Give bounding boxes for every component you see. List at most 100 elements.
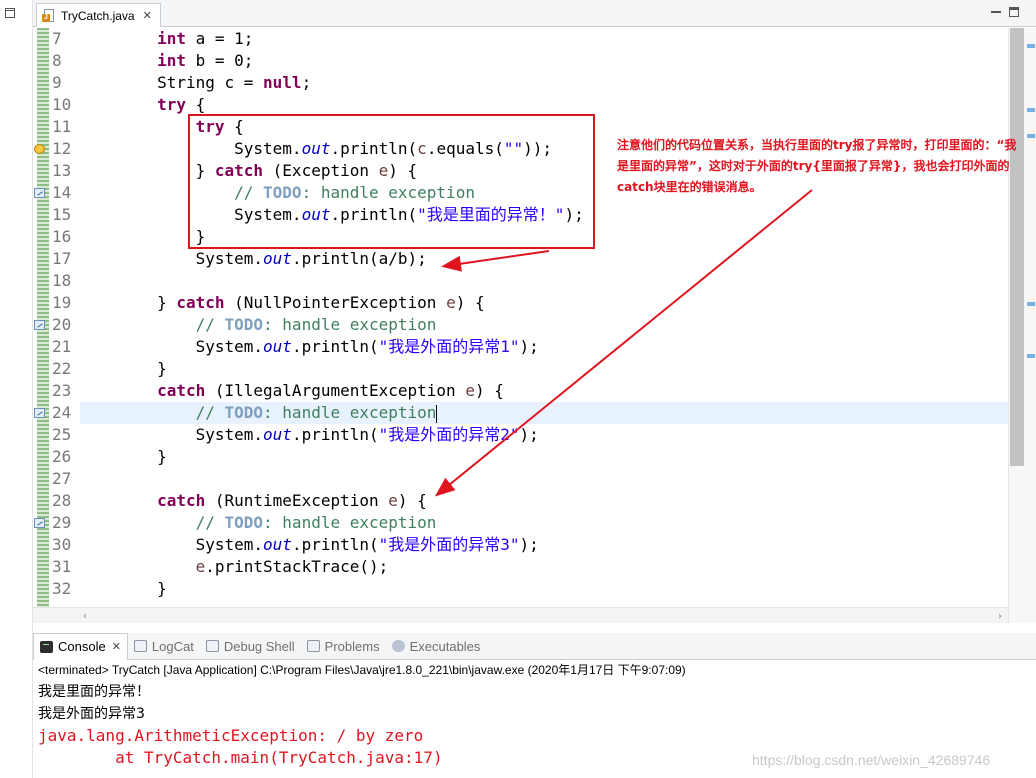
code-token: catch <box>157 491 206 510</box>
code-line[interactable]: } <box>80 578 1008 600</box>
vertical-scrollbar[interactable] <box>1008 28 1036 623</box>
code-token: // <box>195 513 225 532</box>
code-token: } <box>80 579 167 598</box>
horizontal-scrollbar[interactable]: ‹ › <box>33 607 1008 623</box>
line-number: 29 <box>34 512 81 534</box>
close-icon[interactable]: ✕ <box>143 9 152 22</box>
code-token: ; <box>301 73 312 92</box>
code-token: a = 1; <box>185 29 254 48</box>
restore-view-icon[interactable] <box>5 8 15 18</box>
line-number: 21 <box>52 337 72 356</box>
tab-executables[interactable]: Executables <box>386 633 487 659</box>
warning-icon[interactable] <box>34 144 45 154</box>
code-line[interactable]: } <box>80 226 1008 248</box>
code-token: .println( <box>291 337 379 356</box>
code-line[interactable]: int b = 0; <box>80 50 1008 72</box>
code-token: .println( <box>330 205 418 224</box>
code-token: catch <box>176 293 225 312</box>
code-line[interactable]: String c = null; <box>80 72 1008 94</box>
overview-marker[interactable] <box>1027 44 1035 48</box>
task-icon[interactable] <box>34 320 45 330</box>
overview-marker[interactable] <box>1027 354 1035 358</box>
tab-label: Console <box>58 639 106 654</box>
code-editor[interactable]: 7 8 9 10 11 12 13 14 15 16 17 18 19 20 21 22 23 24 25 26 27 2… <box>33 28 1036 623</box>
code-line[interactable]: int a = 1; <box>80 28 1008 50</box>
code-token: } <box>80 293 177 312</box>
code-line[interactable]: catch (RuntimeException e) { <box>80 490 1008 512</box>
executables-icon <box>391 640 405 652</box>
overview-marker[interactable] <box>1027 108 1035 112</box>
code-line[interactable] <box>80 468 1008 490</box>
code-token: e <box>378 161 389 180</box>
code-line[interactable]: } catch (NullPointerException e) { <box>80 292 1008 314</box>
overview-marker[interactable] <box>1027 302 1035 306</box>
code-line[interactable]: System.out.println("我是外面的异常3"); <box>80 534 1008 556</box>
code-token: e <box>195 557 206 576</box>
code-token: ); <box>519 535 539 554</box>
overview-marker[interactable] <box>1027 134 1035 138</box>
line-number: 20 <box>34 314 81 336</box>
line-number: 23 <box>52 381 72 400</box>
code-token: ) { <box>388 161 418 180</box>
code-token: (IllegalArgumentException <box>205 381 466 400</box>
line-number: 10 <box>52 95 72 114</box>
scroll-left-icon[interactable]: ‹ <box>83 611 87 622</box>
code-token: : handle exception <box>263 513 437 532</box>
task-icon[interactable] <box>34 518 45 528</box>
console-icon <box>40 640 53 653</box>
tab-console[interactable]: Console ✕ <box>33 632 128 660</box>
code-token: // <box>195 315 225 334</box>
scrollbar-thumb[interactable] <box>1010 28 1024 466</box>
minimize-button[interactable] <box>991 7 1001 13</box>
code-token: (RuntimeException <box>205 491 389 510</box>
code-line[interactable]: catch (IllegalArgumentException e) { <box>80 380 1008 402</box>
maximize-button[interactable] <box>1009 7 1019 17</box>
line-number: 31 <box>52 557 72 576</box>
scroll-right-icon[interactable]: › <box>998 611 1002 622</box>
code-token: ) { <box>455 293 485 312</box>
tab-debug-shell[interactable]: Debug Shell <box>200 633 301 659</box>
code-line[interactable] <box>80 270 1008 292</box>
code-line[interactable]: e.printStackTrace(); <box>80 556 1008 578</box>
line-number-ruler: 7 8 9 10 11 12 13 14 15 16 17 18 19 20 21 22 23 24 25 26 27 2… <box>34 28 81 600</box>
task-icon[interactable] <box>34 408 45 418</box>
code-token: System. <box>80 205 302 224</box>
line-number: 8 <box>52 51 62 70</box>
tab-logcat[interactable]: LogCat <box>128 633 200 659</box>
line-number: 24 <box>34 402 81 424</box>
code-line[interactable]: System.out.println("我是里面的异常！"); <box>80 204 1008 226</box>
code-token: out <box>263 425 292 444</box>
code-line[interactable]: System.out.println("我是外面的异常2"); <box>80 424 1008 446</box>
code-token: out <box>301 205 331 224</box>
code-token: e <box>446 293 456 312</box>
tab-problems[interactable]: Problems <box>301 633 386 659</box>
editor-tab-trycatch[interactable]: J TryCatch.java ✕ <box>36 3 161 27</box>
code-line[interactable]: // TODO: handle exception <box>80 402 1008 424</box>
code-line[interactable]: // TODO: handle exception <box>80 314 1008 336</box>
code-token: out <box>263 337 292 356</box>
code-line[interactable]: try { <box>80 94 1008 116</box>
code-token: ); <box>519 425 539 444</box>
code-line[interactable]: System.out.println(a/b); <box>80 248 1008 270</box>
code-token: { <box>224 117 244 136</box>
editor-tab-label: TryCatch.java <box>61 8 135 23</box>
code-text-area[interactable]: int a = 1; int b = 0; String c = null; t… <box>80 28 1008 600</box>
code-token: .printStackTrace(); <box>205 557 389 576</box>
code-line[interactable]: System.out.println("我是外面的异常1"); <box>80 336 1008 358</box>
code-token: System. <box>80 425 264 444</box>
code-line[interactable]: // TODO: handle exception <box>80 512 1008 534</box>
line-number: 19 <box>52 293 72 312</box>
close-icon[interactable]: ✕ <box>112 640 121 653</box>
code-token: TODO <box>224 315 264 334</box>
code-line[interactable]: } <box>80 446 1008 468</box>
problems-icon <box>306 640 320 652</box>
line-number: 25 <box>52 425 72 444</box>
task-icon[interactable] <box>34 188 45 198</box>
line-number: 12 <box>34 138 81 160</box>
code-line[interactable]: } <box>80 358 1008 380</box>
